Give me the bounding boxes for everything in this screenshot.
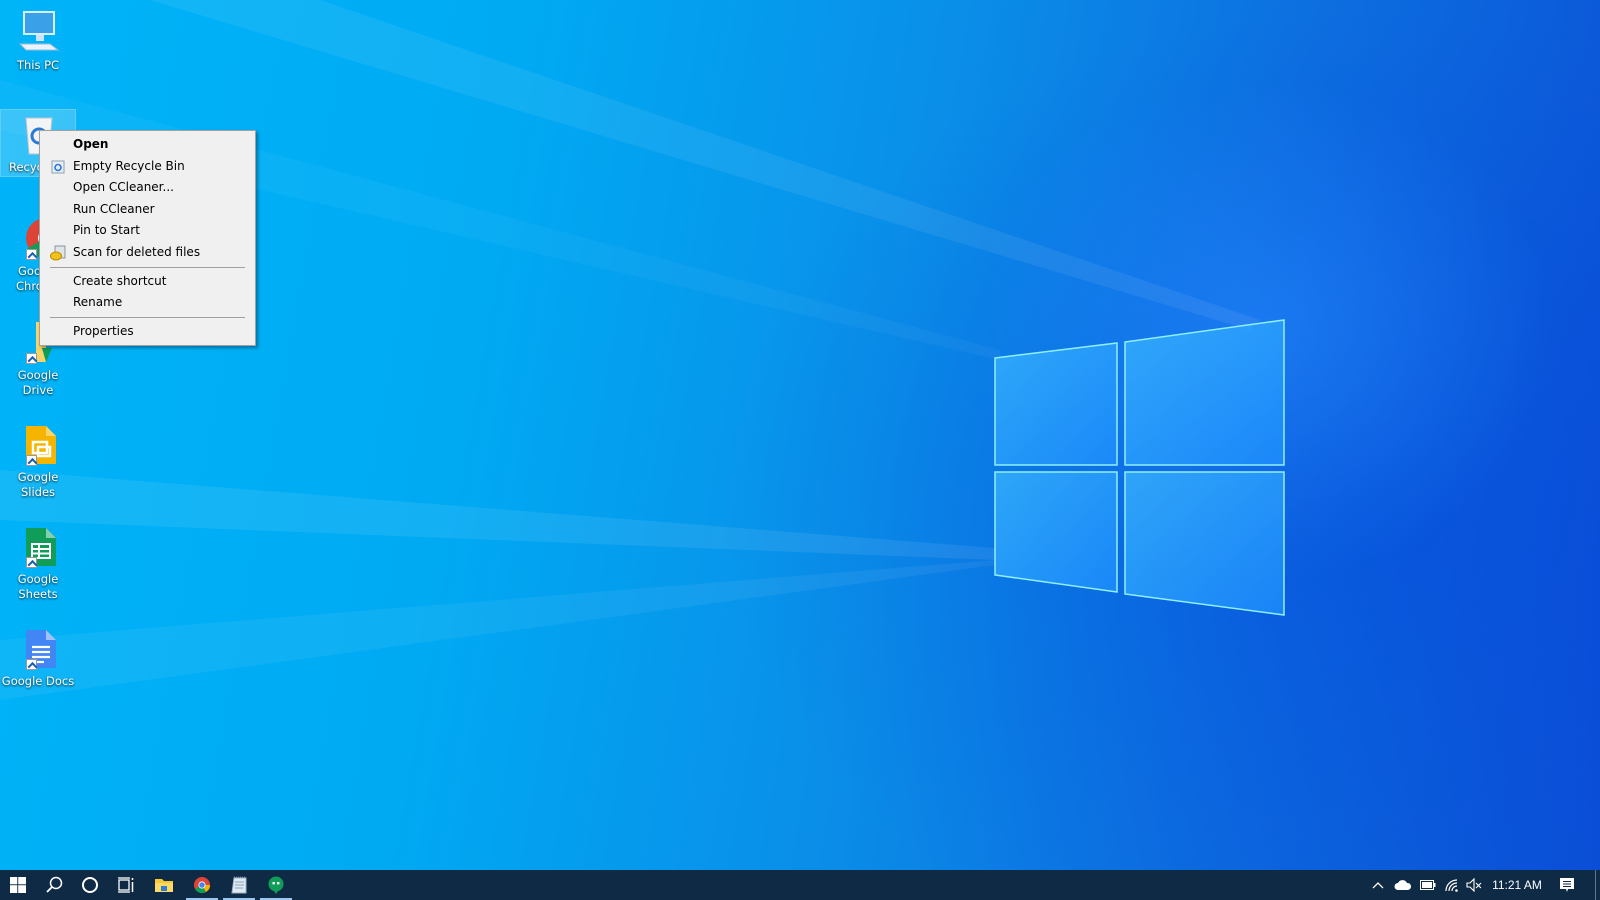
wifi-icon (1445, 879, 1458, 892)
desktop-icon-google-slides[interactable]: Google Slides (1, 420, 75, 500)
task-view-button[interactable] (108, 870, 144, 900)
taskbar-hangouts[interactable] (258, 870, 294, 900)
menu-item-label: Rename (73, 295, 123, 310)
chrome-icon (194, 877, 211, 894)
shortcut-arrow-icon (26, 353, 37, 364)
desktop-icon-google-docs[interactable]: Google Docs (1, 624, 75, 689)
onedrive-button[interactable] (1391, 870, 1415, 900)
menu-item-label: Run CCleaner (73, 201, 155, 216)
menu-item-label: Properties (73, 323, 134, 338)
context-menu: Open Empty Recycle Bin Open CCleaner... … (39, 130, 256, 347)
menu-item-label: Open (73, 137, 109, 151)
hangouts-icon (268, 876, 284, 894)
shortcut-arrow-icon (26, 249, 37, 260)
volume-muted-icon (1466, 878, 1482, 892)
desktop-icon-this-pc[interactable]: This PC (1, 8, 75, 73)
google-docs-icon (14, 624, 62, 672)
start-button[interactable] (0, 870, 36, 900)
chevron-up-icon (1372, 882, 1384, 889)
menu-item-open[interactable]: Open (40, 134, 255, 156)
desktop-icon-label-line2: Sheets (18, 587, 58, 601)
clock[interactable]: 11:21 AM (1484, 870, 1550, 900)
menu-item-label: Scan for deleted files (73, 244, 201, 259)
desktop-icon-google-sheets[interactable]: Google Sheets (1, 522, 75, 602)
recuva-icon (50, 245, 66, 261)
desktop[interactable]: This PC Recyc Goo Chro Google Drive Goog… (0, 0, 1600, 870)
computer-icon (14, 8, 62, 56)
network-button[interactable] (1440, 870, 1464, 900)
shortcut-arrow-icon (26, 659, 37, 670)
desktop-icon-label: Google Docs (1, 674, 75, 688)
cortana-button[interactable] (72, 870, 108, 900)
cortana-icon (82, 877, 98, 893)
desktop-icon-label: Google Slides (17, 470, 59, 499)
menu-item-label: Open CCleaner... (73, 180, 174, 195)
file-explorer-icon (155, 879, 173, 892)
show-desktop-button[interactable] (1595, 870, 1596, 900)
menu-item-scan-deleted-files[interactable]: Scan for deleted files (40, 242, 255, 264)
windows-start-icon (10, 877, 26, 893)
menu-separator (50, 316, 245, 318)
taskbar: 11:21 AM (0, 870, 1600, 900)
google-sheets-icon (14, 522, 62, 570)
action-center-icon (1560, 878, 1574, 892)
menu-item-open-ccleaner[interactable]: Open CCleaner... (40, 177, 255, 199)
menu-item-label: Empty Recycle Bin (73, 158, 185, 173)
notepad-icon (231, 876, 247, 894)
menu-item-pin-to-start[interactable]: Pin to Start (40, 220, 255, 242)
battery-button[interactable] (1416, 870, 1440, 900)
menu-item-properties[interactable]: Properties (40, 321, 255, 343)
menu-separator (50, 266, 245, 268)
taskbar-notepad[interactable] (221, 870, 257, 900)
menu-item-label: Create shortcut (73, 273, 167, 288)
menu-item-label: Pin to Start (73, 223, 140, 238)
task-view-icon (118, 877, 134, 893)
search-button[interactable] (36, 870, 72, 900)
search-icon (46, 876, 63, 893)
show-hidden-icons-button[interactable] (1368, 870, 1388, 900)
taskbar-google-chrome[interactable] (184, 870, 220, 900)
menu-item-run-ccleaner[interactable]: Run CCleaner (40, 199, 255, 221)
menu-item-create-shortcut[interactable]: Create shortcut (40, 271, 255, 293)
desktop-icon-label: This PC (16, 58, 60, 72)
battery-icon (1420, 880, 1436, 890)
menu-item-rename[interactable]: Rename (40, 292, 255, 314)
taskbar-file-explorer[interactable] (146, 870, 182, 900)
shortcut-arrow-icon (26, 455, 37, 466)
shortcut-arrow-icon (26, 557, 37, 568)
onedrive-cloud-icon (1394, 879, 1412, 890)
desktop-icon-label: Google Drive (17, 368, 59, 397)
volume-button[interactable] (1462, 870, 1486, 900)
recycle-icon (51, 160, 65, 174)
desktop-icon-label-line1: Google (17, 572, 59, 586)
menu-item-empty-recycle-bin[interactable]: Empty Recycle Bin (40, 156, 255, 178)
google-slides-icon (14, 420, 62, 468)
action-center-button[interactable] (1552, 870, 1582, 900)
